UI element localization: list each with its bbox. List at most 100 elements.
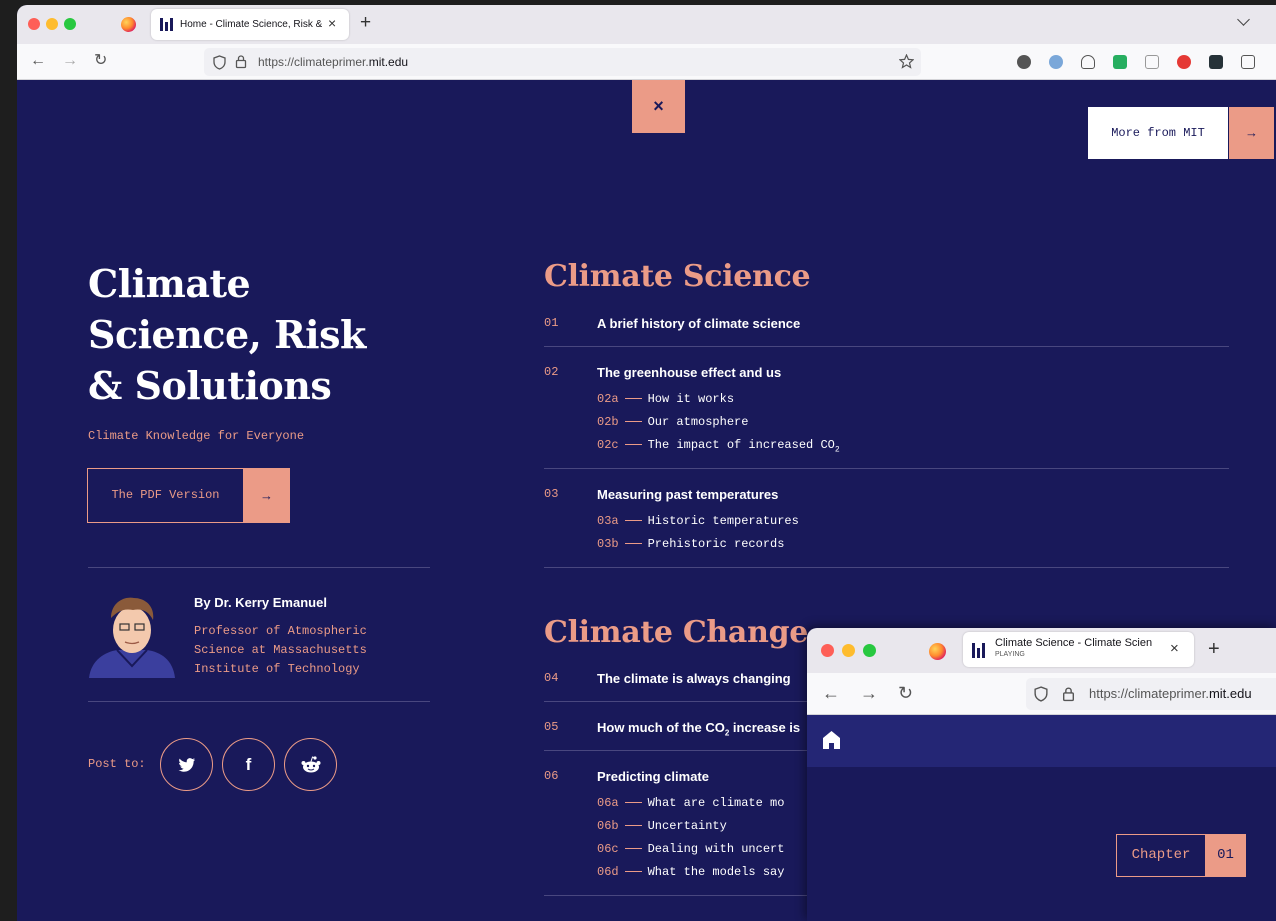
home-icon[interactable] [822, 730, 841, 750]
subchapter-link-06d[interactable]: 06d What the models say [597, 865, 784, 879]
subchapter-text: Our atmosphere [647, 415, 749, 429]
page-title: Climate Science, Risk & Solutions [88, 258, 468, 411]
subchapter-text: The impact of increased CO [647, 438, 835, 452]
lock-icon[interactable] [1062, 686, 1075, 702]
chapter-number: 01 [544, 316, 559, 330]
subchapter-link-06a[interactable]: 06a What are climate mo [597, 796, 784, 810]
subchapter-text: Dealing with uncert [647, 842, 785, 856]
chapter-number: 05 [544, 720, 559, 734]
tab-close-icon[interactable]: × [1170, 640, 1179, 657]
lock-icon[interactable] [235, 54, 247, 69]
subchapter-link-06b[interactable]: 06b Uncertainty [597, 819, 727, 833]
subchapter-link-03a[interactable]: 03a Historic temperatures [597, 514, 799, 528]
subchapter-link-06c[interactable]: 06c Dealing with uncert [597, 842, 784, 856]
subscript: 2 [834, 445, 840, 455]
title-line-3: & Solutions [88, 363, 332, 408]
forward-icon[interactable]: → [860, 683, 878, 703]
pdf-version-button[interactable]: The PDF Version [87, 468, 244, 523]
bookmark-star-icon[interactable] [899, 54, 914, 69]
mit-logo-icon [972, 643, 985, 658]
reload-icon[interactable]: ↻ [898, 683, 913, 703]
dash [624, 802, 642, 804]
subchapter-link-03b[interactable]: 03b Prehistoric records [597, 537, 784, 551]
popup-nav-bar: ← → ↻ https://climateprimer.mit.edu [807, 673, 1276, 715]
extension-cloud-icon[interactable] [1081, 55, 1095, 69]
close-window-icon[interactable] [28, 18, 40, 30]
popup-tab-status: PLAYING [995, 651, 1025, 658]
chapter-badge: Chapter [1116, 834, 1206, 877]
pdf-version-label: The PDF Version [111, 488, 220, 502]
twitter-icon [178, 758, 195, 772]
subchapter-code: 06c [597, 842, 619, 856]
subchapter-link-02c[interactable]: 02c The impact of increased CO2 [597, 438, 840, 454]
zoom-window-icon[interactable] [64, 18, 76, 30]
reload-icon[interactable]: ↻ [94, 51, 107, 71]
subchapter-link-02b[interactable]: 02b Our atmosphere [597, 415, 748, 429]
tab-home[interactable]: Home - Climate Science, Risk & Solutions… [151, 9, 349, 40]
back-icon[interactable]: ← [822, 683, 840, 703]
chapter-number-badge: 01 [1205, 834, 1246, 877]
chapter-link-02[interactable]: The greenhouse effect and us [597, 365, 781, 380]
mit-logo-icon [160, 18, 173, 31]
tab-bar: Home - Climate Science, Risk & Solutions… [17, 5, 1276, 44]
chapter-link-04[interactable]: The climate is always changing [597, 671, 791, 686]
chapter-link-01[interactable]: A brief history of climate science [597, 316, 800, 331]
author-role-line: Professor of Atmospheric [194, 624, 367, 638]
dash [624, 444, 642, 446]
extension-grammarly-icon[interactable] [1209, 55, 1223, 69]
close-window-icon[interactable] [821, 644, 834, 657]
subchapter-text: What the models say [647, 865, 785, 879]
chapter-link-03[interactable]: Measuring past temperatures [597, 487, 778, 502]
extension-rb-icon[interactable] [1145, 55, 1159, 69]
divider [544, 346, 1229, 347]
chevron-down-icon[interactable] [1237, 13, 1250, 26]
author-role-line: Science at Massachusetts [194, 643, 367, 657]
tab-close-icon[interactable]: × [328, 15, 336, 31]
firefox-icon[interactable] [929, 643, 946, 660]
title-line-2: Science, Risk [88, 312, 366, 357]
chapter-label: Chapter [1131, 847, 1191, 863]
twitter-share-button[interactable] [160, 738, 213, 791]
chapter-number: 06 [544, 769, 559, 783]
dash [624, 543, 642, 545]
popup-tab[interactable]: Climate Science - Climate Scien PLAYING … [963, 632, 1194, 667]
url-bar[interactable]: https://climateprimer.mit.edu [204, 48, 921, 76]
extension-p-icon[interactable] [1017, 55, 1031, 69]
author-name: By Dr. Kerry Emanuel [194, 595, 327, 610]
firefox-icon[interactable] [121, 17, 136, 32]
forward-icon[interactable]: → [62, 51, 78, 71]
arrow-right-icon[interactable]: → [243, 468, 290, 523]
shield-icon[interactable] [1034, 686, 1048, 702]
subchapter-code: 02c [597, 438, 619, 452]
nav-bar: ← → ↻ https://climateprimer.mit.edu [17, 44, 1276, 80]
facebook-share-button[interactable]: f [222, 738, 275, 791]
extension-adblock-icon[interactable] [1177, 55, 1191, 69]
back-icon[interactable]: ← [30, 51, 46, 71]
facebook-icon: f [245, 755, 252, 774]
extension-search-icon[interactable] [1049, 55, 1063, 69]
divider [544, 567, 1229, 568]
minimize-window-icon[interactable] [842, 644, 855, 657]
close-menu-button[interactable]: × [632, 80, 685, 133]
reddit-share-button[interactable] [284, 738, 337, 791]
divider [544, 468, 1229, 469]
arrow-right-icon[interactable]: → [1229, 107, 1274, 159]
new-tab-icon[interactable]: + [1208, 638, 1220, 661]
extensions-puzzle-icon[interactable] [1241, 55, 1255, 69]
shield-icon[interactable] [213, 55, 226, 70]
more-from-mit-button[interactable]: More from MIT [1088, 107, 1228, 159]
divider [88, 567, 430, 568]
more-from-mit-label: More from MIT [1111, 126, 1205, 140]
dash [624, 398, 642, 400]
extension-evernote-icon[interactable] [1113, 55, 1127, 69]
chapter-link-06[interactable]: Predicting climate [597, 769, 709, 784]
popup-browser-window: Climate Science - Climate Scien PLAYING … [807, 628, 1276, 921]
minimize-window-icon[interactable] [46, 18, 58, 30]
popup-url-bar[interactable]: https://climateprimer.mit.edu [1026, 678, 1276, 710]
subchapter-code: 06a [597, 796, 619, 810]
subchapter-link-02a[interactable]: 02a How it works [597, 392, 734, 406]
new-tab-icon[interactable]: + [360, 12, 371, 34]
chapter-link-05[interactable]: How much of the CO2 increase is [597, 720, 800, 738]
chapter-title-part: How much of the CO [597, 720, 725, 735]
zoom-window-icon[interactable] [863, 644, 876, 657]
